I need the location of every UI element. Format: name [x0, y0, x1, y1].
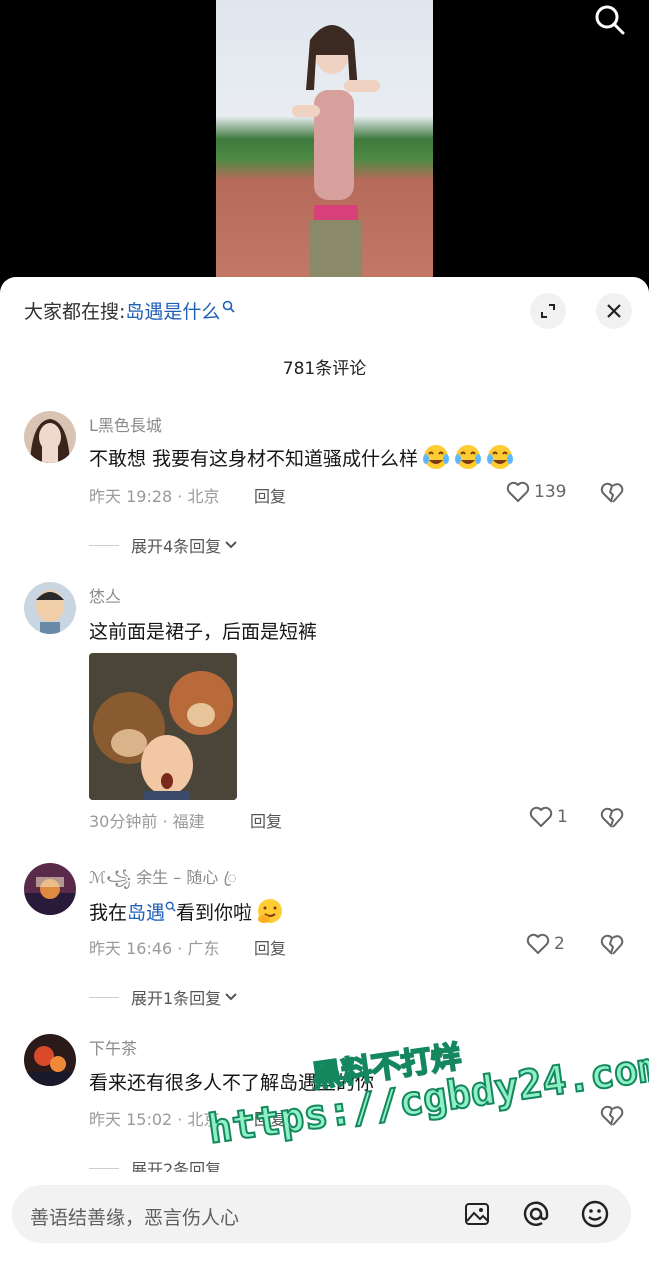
emoji-button[interactable] — [578, 1197, 612, 1231]
shy-hand-emoji — [258, 899, 283, 923]
small-search-icon — [223, 300, 235, 313]
image-icon — [465, 1203, 489, 1225]
keyword-link[interactable]: 岛遇 — [127, 898, 165, 925]
comment-input-placeholder: 善语结善缘，恶言伤人心 — [30, 1207, 240, 1229]
comment-count: 781条评论 — [282, 359, 367, 379]
expand-replies-label: 展开4条回复 — [131, 537, 222, 556]
chevron-down-icon — [225, 993, 237, 1001]
crying-laughing-emoji — [455, 445, 482, 469]
dislike-button[interactable] — [600, 482, 624, 508]
avatar-image — [24, 863, 76, 915]
reply-button[interactable]: 回复 — [254, 935, 286, 959]
comment-text-after: 看到你啦 — [176, 901, 253, 924]
chevron-down-icon — [225, 541, 237, 549]
avatar-image — [24, 411, 76, 463]
avatar[interactable] — [24, 863, 76, 915]
avatar-image — [24, 582, 76, 634]
reply-button[interactable]: 回复 — [254, 483, 286, 507]
comment-input[interactable]: 善语结善缘，恶言伤人心 — [12, 1185, 631, 1243]
video-person-image — [292, 25, 380, 290]
mention-button[interactable] — [519, 1197, 553, 1231]
username[interactable]: 下午茶 — [89, 1035, 137, 1059]
small-search-icon — [165, 901, 176, 912]
avatar[interactable] — [24, 582, 76, 634]
expand-icon — [541, 304, 555, 318]
like-button[interactable]: 2 — [526, 933, 565, 955]
like-count: 139 — [534, 482, 567, 502]
like-button[interactable]: 139 — [506, 481, 566, 503]
like-button[interactable]: 1 — [529, 806, 568, 828]
broken-heart-icon — [600, 807, 624, 828]
username[interactable]: L黑色長城 — [89, 412, 162, 436]
video-player[interactable] — [0, 0, 649, 290]
broken-heart-icon — [600, 482, 624, 503]
hot-search-bar[interactable]: 大家都在搜: 岛遇是什么 — [24, 297, 235, 324]
expand-replies-label: 展开1条回复 — [131, 989, 222, 1008]
hot-search-keyword[interactable]: 岛遇是什么 — [125, 297, 220, 324]
like-count: 1 — [557, 807, 568, 827]
comment-time-location: 30分钟前 · 福建 — [89, 812, 205, 831]
divider-line — [89, 996, 119, 998]
image-button[interactable] — [460, 1197, 494, 1231]
avatar[interactable] — [24, 1034, 76, 1086]
avatar[interactable] — [24, 411, 76, 463]
like-count: 2 — [554, 934, 565, 954]
username[interactable]: ℳ꧁ 余生 – 随心 ꦿ — [89, 864, 237, 898]
expand-replies[interactable]: 展开1条回复 — [89, 985, 238, 1009]
at-icon — [523, 1201, 549, 1226]
dislike-button[interactable] — [600, 807, 624, 833]
close-button[interactable] — [596, 293, 632, 329]
video-frame — [216, 0, 433, 290]
reply-button[interactable]: 回复 — [250, 808, 282, 832]
fullscreen-button[interactable] — [530, 293, 566, 329]
comment-time-location: 昨天 16:46 · 广东 — [89, 939, 220, 958]
comment-text: 不敢想 我要有这身材不知道骚成什么样 — [89, 447, 419, 470]
comment-text-row: 我在 岛遇 看到你啦 — [89, 897, 284, 925]
hot-search-label: 大家都在搜: — [24, 301, 126, 323]
comment-time-location: 昨天 19:28 · 北京 — [89, 487, 220, 506]
broken-heart-icon — [600, 934, 624, 955]
comment-text-row: 不敢想 我要有这身材不知道骚成什么样 — [89, 443, 514, 471]
search-button[interactable] — [588, 0, 632, 40]
comment-text-before: 我在 — [89, 901, 128, 924]
heart-icon — [526, 933, 550, 954]
divider-line — [89, 544, 119, 546]
close-icon — [607, 304, 621, 318]
dislike-button[interactable] — [600, 934, 624, 960]
comment-text: 这前面是裙子，后面是短裤 — [89, 621, 318, 643]
comment-input-bar: 善语结善缘，恶言伤人心 — [0, 1172, 649, 1280]
heart-icon — [529, 806, 553, 827]
expand-replies[interactable]: 展开4条回复 — [89, 533, 238, 557]
username[interactable]: 恷亼 — [89, 583, 121, 607]
crying-laughing-emoji — [487, 445, 514, 469]
heart-icon — [506, 481, 530, 502]
comment-item: L黑色長城 不敢想 我要有这身材不知道骚成什么样 昨天 19:28 · 北京 回… — [0, 407, 649, 557]
cartoon-bears-sticker[interactable] — [89, 653, 237, 800]
smile-icon — [581, 1200, 609, 1228]
avatar-image — [24, 1034, 76, 1086]
crying-laughing-emoji — [423, 445, 450, 469]
divider-line — [89, 1167, 119, 1169]
search-icon — [595, 5, 625, 35]
